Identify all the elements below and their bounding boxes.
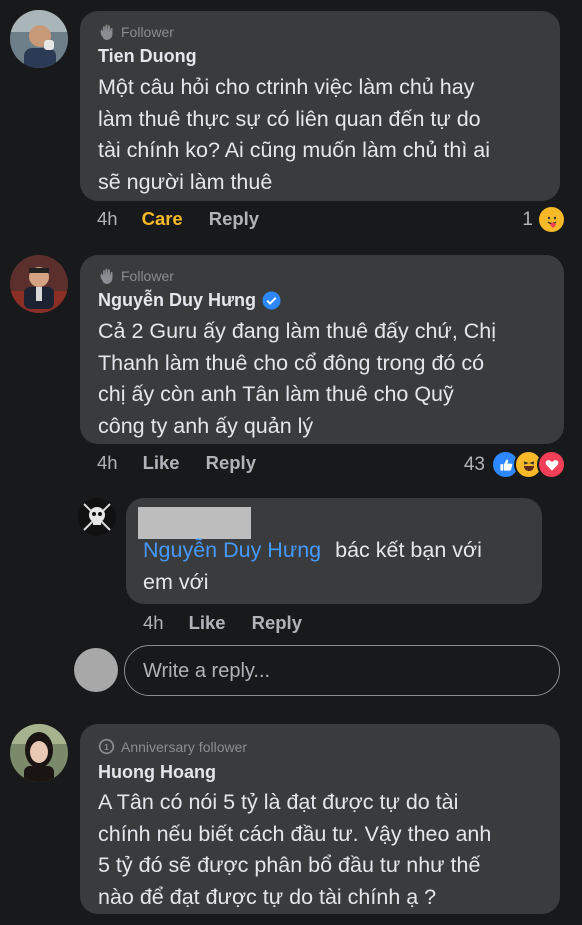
wave-hand-icon	[100, 268, 113, 284]
care-button[interactable]: Care	[142, 208, 183, 230]
follower-badge: Follower	[98, 267, 174, 284]
comment-author[interactable]: Nguyễn Duy Hưng	[98, 290, 281, 311]
comment-author[interactable]: Tien Duong	[98, 46, 197, 67]
comment-text: A Tân có nói 5 tỷ là đạt được tự do tài …	[98, 790, 492, 909]
reply-time[interactable]: 4h	[143, 612, 164, 634]
write-reply-placeholder: Write a reply...	[143, 660, 271, 682]
reply-button[interactable]: Reply	[206, 452, 256, 474]
badge-label: Follower	[121, 267, 174, 284]
comment-time[interactable]: 4h	[97, 208, 118, 230]
reply-actions: 4h Like Reply	[143, 612, 302, 634]
follower-badge: Follower	[98, 23, 174, 40]
comment-actions: 4h Like Reply	[97, 452, 256, 474]
love-emoji-icon	[537, 450, 566, 479]
skull-avatar-icon	[78, 498, 116, 536]
reply-button[interactable]: Reply	[252, 612, 302, 634]
current-user-avatar	[74, 648, 118, 692]
svg-text:1: 1	[104, 742, 109, 752]
reply-bubble: Nguyễn Duy Hưng bác kết bạn với em với	[126, 498, 542, 604]
comment-bubble: Follower Tien Duong Một câu hỏi cho ctri…	[80, 11, 560, 201]
comment-text: Cả 2 Guru ấy đang làm thuê đấy chứ, Chị …	[98, 319, 497, 438]
like-button[interactable]: Like	[143, 452, 180, 474]
mention-link[interactable]: Nguyễn Duy Hưng	[143, 538, 321, 562]
comment-text: Một câu hỏi cho ctrinh việc làm chủ hay …	[98, 75, 491, 194]
reaction-summary[interactable]: 1	[522, 205, 566, 234]
comment-time[interactable]: 4h	[97, 452, 118, 474]
write-reply-input[interactable]: Write a reply...	[124, 645, 560, 696]
person-photo-icon	[10, 724, 68, 782]
comment-author[interactable]: Huong Hoang	[98, 762, 216, 783]
anniversary-icon: 1	[98, 738, 115, 755]
avatar-tien-duong[interactable]	[10, 10, 68, 68]
comment-actions: 4h Care Reply	[97, 208, 259, 230]
avatar-reply-user[interactable]	[78, 498, 116, 536]
reply-text: Nguyễn Duy Hưng bác kết bạn với em với	[143, 538, 482, 594]
avatar-nguyen-duy-hung[interactable]	[10, 255, 68, 313]
care-emoji-icon	[537, 205, 566, 234]
reaction-summary[interactable]: 43	[464, 450, 566, 479]
verified-badge-icon	[262, 291, 281, 310]
person-photo-icon	[10, 255, 68, 313]
reply-button[interactable]: Reply	[209, 208, 259, 230]
reaction-count: 43	[463, 453, 485, 475]
comment-bubble: 1 Anniversary follower Huong Hoang A Tân…	[80, 724, 560, 914]
reaction-count: 1	[522, 208, 533, 230]
comment-bubble: Follower Nguyễn Duy Hưng Cả 2 Guru ấy đa…	[80, 255, 564, 444]
badge-label: Anniversary follower	[121, 738, 248, 755]
like-button[interactable]: Like	[189, 612, 226, 634]
avatar-huong-hoang[interactable]	[10, 724, 68, 782]
wave-hand-icon	[100, 24, 113, 40]
badge-label: Follower	[121, 23, 174, 40]
anniversary-badge: 1 Anniversary follower	[98, 738, 247, 755]
person-photo-icon	[10, 10, 68, 68]
